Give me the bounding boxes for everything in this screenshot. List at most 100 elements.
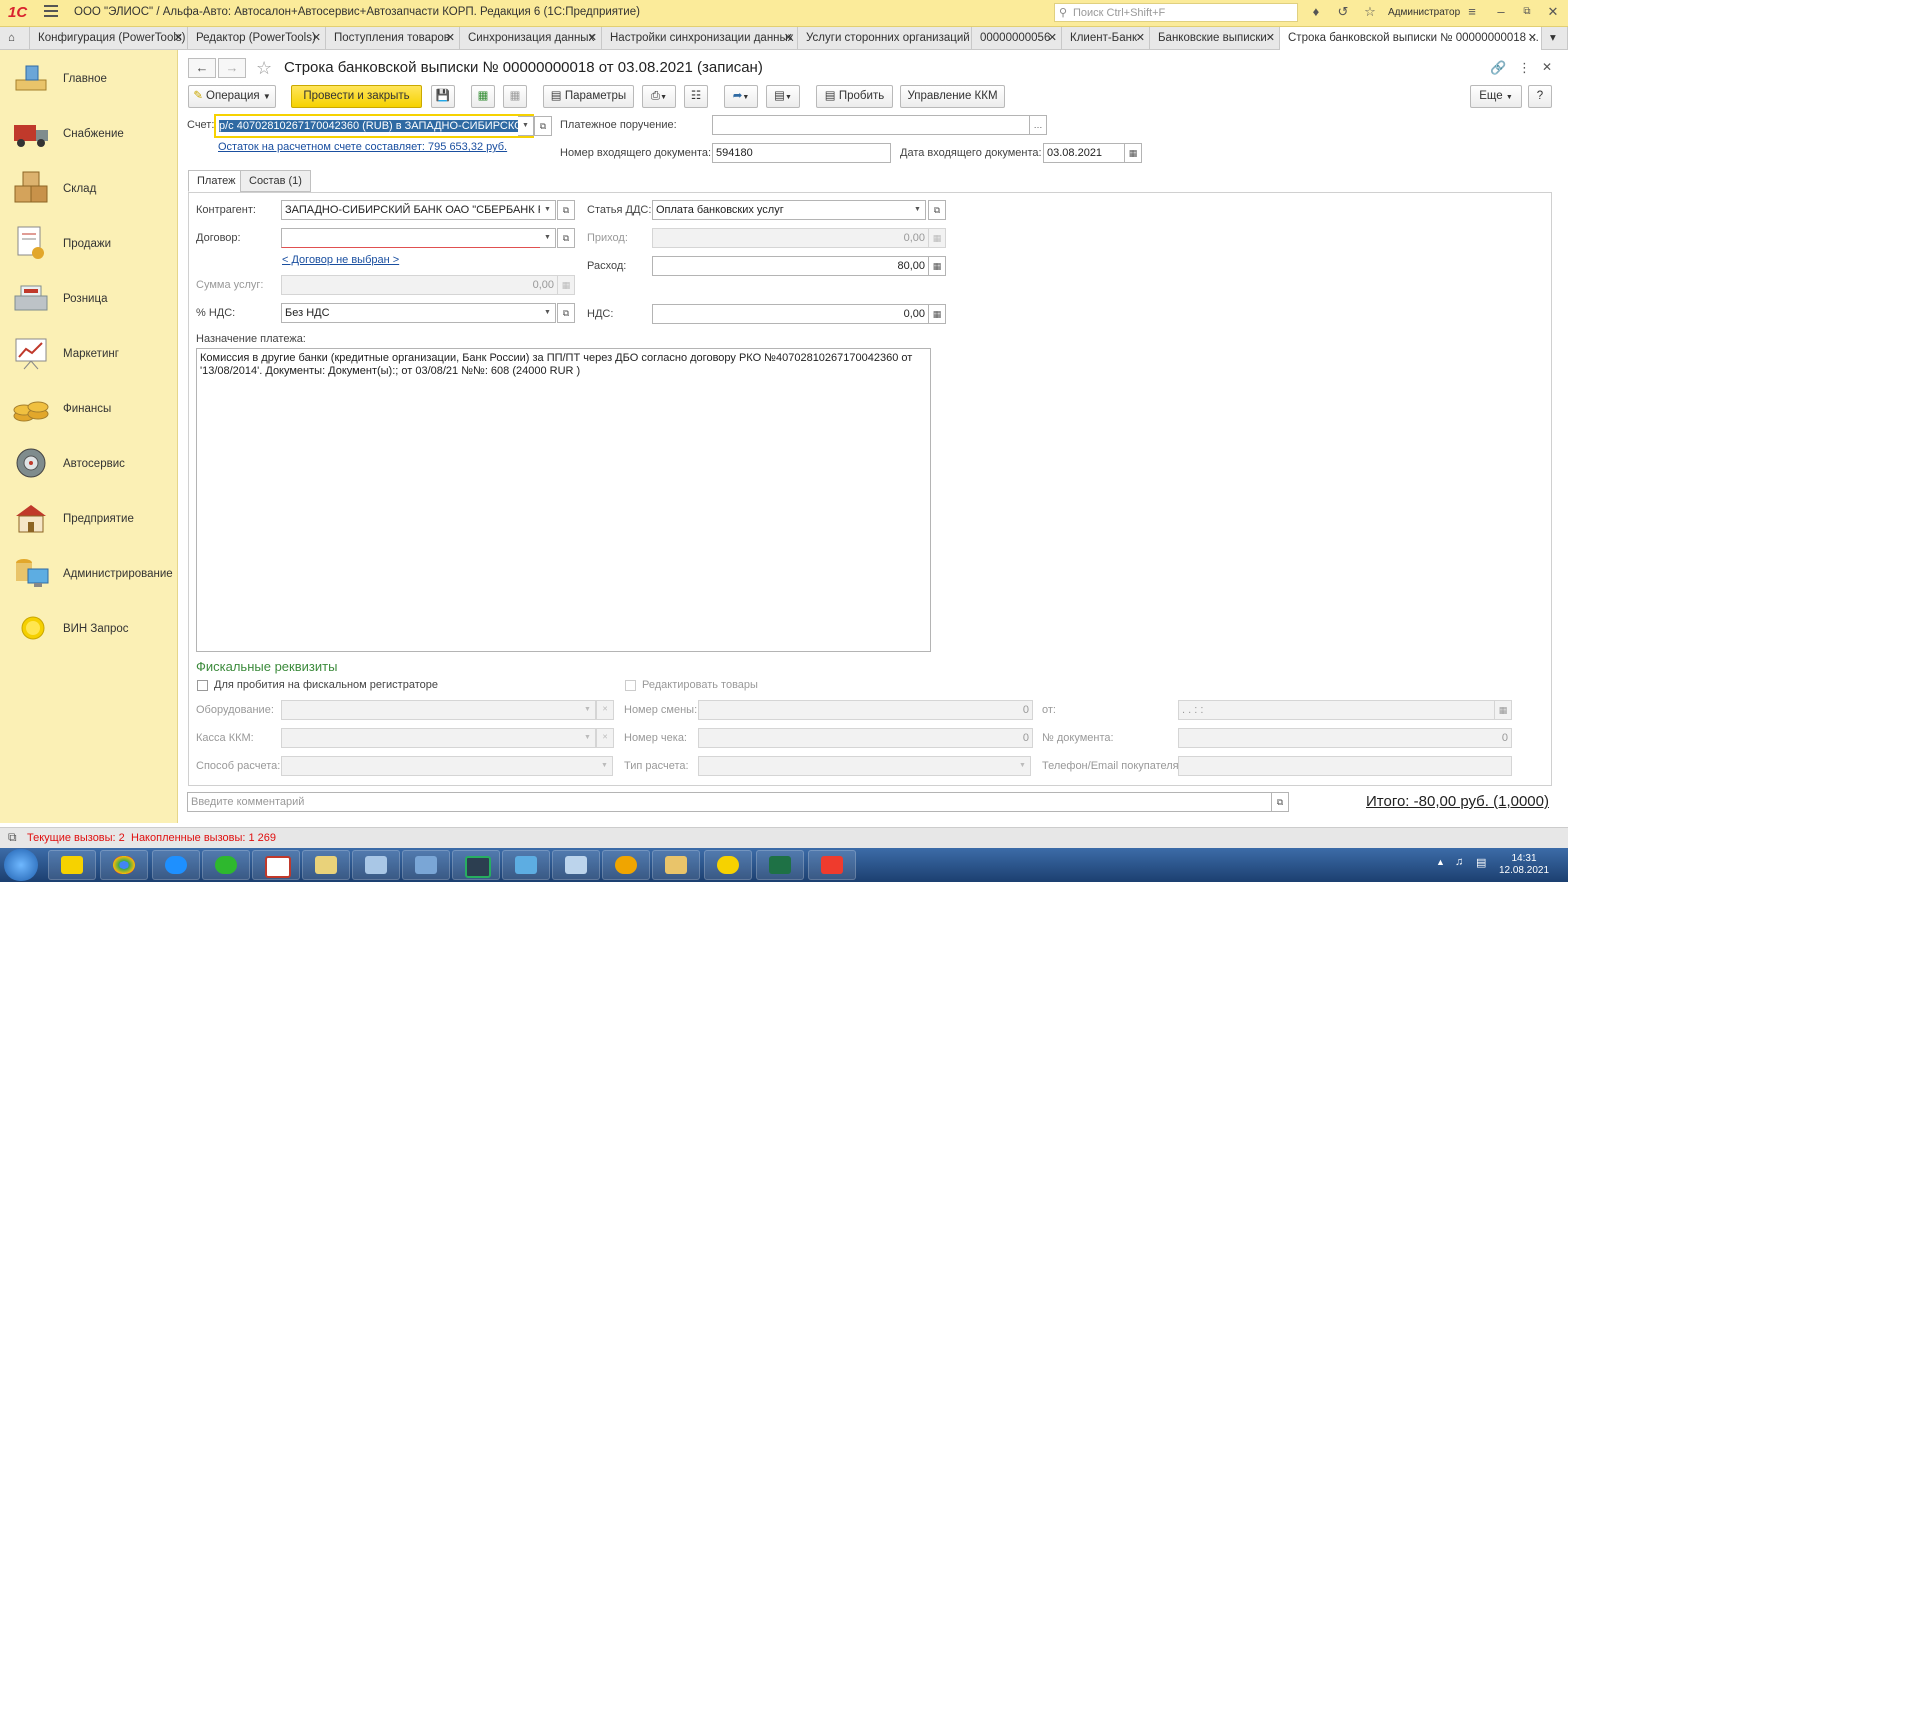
expense-field[interactable]: 80,00 (652, 256, 929, 276)
network-icon[interactable]: ▤ (1476, 856, 1486, 869)
calendar-icon[interactable]: ▦ (1124, 143, 1142, 163)
volume-icon[interactable]: ♫ (1455, 856, 1463, 868)
more-button[interactable]: Еще ▼ (1470, 85, 1522, 108)
tab-third-party-services[interactable]: Услуги сторонних организаций ... (798, 27, 972, 49)
vat-field[interactable]: 0,00 (652, 304, 929, 324)
operation-button[interactable]: ✎ Операция ▼ (188, 85, 276, 108)
tab-client-bank[interactable]: Клиент-Банк ✕ (1062, 27, 1150, 49)
fiscal-register-checkbox[interactable] (197, 680, 208, 691)
comment-open-icon[interactable]: ⧉ (1271, 792, 1289, 812)
contract-open-icon[interactable]: ⧉ (557, 228, 575, 248)
tab-doc-00000000056[interactable]: 00000000056 ✕ (972, 27, 1062, 49)
taskbar-control-panel[interactable] (402, 850, 450, 880)
start-button[interactable] (4, 849, 38, 881)
forward-button[interactable]: → (218, 58, 246, 78)
dds-article-open-icon[interactable]: ⧉ (928, 200, 946, 220)
contract-dropdown-icon[interactable]: ▼ (540, 228, 556, 248)
taskbar-1c-app-2[interactable] (704, 850, 752, 880)
counterparty-dropdown-icon[interactable]: ▼ (540, 200, 556, 220)
taskbar-terminal[interactable] (452, 850, 500, 880)
taskbar-pdf-reader[interactable] (252, 850, 300, 880)
taskbar-remote-desktop[interactable] (502, 850, 550, 880)
vat-rate-dropdown-icon[interactable]: ▼ (540, 303, 556, 323)
language-indicator[interactable]: RU (1412, 1705, 1426, 1716)
settings-menu-icon[interactable]: ≡ (1465, 5, 1479, 19)
favorite-star-icon[interactable]: ☆ (256, 58, 272, 79)
dds-article-field[interactable]: Оплата банковских услуг (652, 200, 911, 220)
punch-button[interactable]: ▤ Пробить (816, 85, 893, 108)
close-tab-icon[interactable]: ✕ (1266, 27, 1275, 49)
taskbar-clock[interactable]: 14:31 12.08.2021 (1494, 853, 1554, 877)
back-button[interactable]: ← (188, 58, 216, 78)
vat-rate-open-icon[interactable]: ⧉ (557, 303, 575, 323)
minimize-icon[interactable]: – (1494, 5, 1508, 19)
dds-article-dropdown-icon[interactable]: ▼ (910, 200, 926, 220)
tab-powertools-editor[interactable]: Редактор (PowerTools) ✕ (188, 27, 326, 49)
payment-purpose-textarea[interactable]: Комиссия в другие банки (кредитные орган… (196, 348, 931, 652)
close-tab-icon[interactable]: ✕ (174, 27, 183, 49)
sidebar-item-enterprise[interactable]: Предприятие (0, 492, 177, 546)
tab-bank-statements[interactable]: Банковские выписки ✕ (1150, 27, 1280, 49)
current-user[interactable]: Администратор (1388, 7, 1460, 18)
sidebar-item-vin-request[interactable]: ВИН Запрос (0, 602, 177, 656)
search-input[interactable]: ⚲ Поиск Ctrl+Shift+F (1054, 3, 1298, 22)
calculator-icon[interactable]: ▦ (928, 304, 946, 324)
more-vertical-icon[interactable]: ⋮ (1518, 60, 1531, 76)
balance-link[interactable]: Остаток на расчетном счете составляет: 7… (218, 141, 507, 153)
account-dropdown-icon[interactable]: ▼ (518, 116, 534, 136)
close-tab-icon[interactable]: ✕ (784, 27, 793, 49)
sidebar-item-supply[interactable]: Снабжение (0, 107, 177, 161)
taskbar-excel[interactable] (756, 850, 804, 880)
payment-order-field[interactable] (712, 115, 1030, 135)
close-window-icon[interactable]: ✕ (1546, 5, 1560, 19)
incoming-doc-number-field[interactable]: 594180 (712, 143, 891, 163)
close-tab-icon[interactable]: ✕ (446, 27, 455, 49)
taskbar-folder[interactable] (302, 850, 350, 880)
sidebar-item-administration[interactable]: Администрирование (0, 547, 177, 601)
counterparty-field[interactable]: ЗАПАДНО-СИБИРСКИЙ БАНК ОАО "СБЕРБАНК Р (281, 200, 541, 220)
bell-icon[interactable]: ♦ (1309, 5, 1323, 19)
taskbar-chrome[interactable] (100, 850, 148, 880)
print-button[interactable]: ⎙▼ (642, 85, 676, 108)
kkm-management-button[interactable]: Управление ККМ (900, 85, 1005, 108)
taskbar-app-generic-2[interactable] (552, 850, 600, 880)
payment-order-select-icon[interactable]: … (1029, 115, 1047, 135)
taskbar-1c-app[interactable] (48, 850, 96, 880)
tab-data-sync[interactable]: Синхронизация данных ✕ (460, 27, 602, 49)
structure-icon[interactable]: ☷ (684, 85, 708, 108)
sidebar-item-sales[interactable]: Продажи (0, 217, 177, 271)
tab-powertools-config[interactable]: Конфигурация (PowerTools) ✕ (30, 27, 188, 49)
sidebar-item-autoservice[interactable]: Автосервис (0, 437, 177, 491)
parameters-button[interactable]: ▤ Параметры (543, 85, 634, 108)
incoming-doc-date-field[interactable]: 03.08.2021 (1043, 143, 1125, 163)
link-icon[interactable]: 🔗 (1490, 60, 1506, 76)
sidebar-item-warehouse[interactable]: Склад (0, 162, 177, 216)
post-document-icon[interactable]: ▦ (471, 85, 495, 108)
close-tab-icon[interactable]: ✕ (1048, 27, 1057, 49)
contract-not-selected-link[interactable]: < Договор не выбран > (282, 254, 399, 266)
tabs-dropdown-icon[interactable]: ▾ (1542, 27, 1568, 49)
history-icon[interactable]: ↺ (1336, 5, 1350, 19)
home-icon[interactable]: ⌂ (0, 27, 30, 49)
save-icon[interactable]: 💾 (431, 85, 455, 108)
taskbar-mail[interactable] (202, 850, 250, 880)
taskbar-internet-explorer[interactable] (152, 850, 200, 880)
counterparty-open-icon[interactable]: ⧉ (557, 200, 575, 220)
current-calls[interactable]: Текущие вызовы: 2 (27, 832, 125, 844)
star-icon[interactable]: ☆ (1363, 5, 1377, 19)
sidebar-item-retail[interactable]: Розница (0, 272, 177, 326)
account-field[interactable]: р/с 40702810267170042360 (RUB) в ЗАПАДНО… (214, 114, 534, 138)
calculator-icon[interactable]: ▦ (928, 256, 946, 276)
tab-payment[interactable]: Платеж (188, 170, 245, 192)
sidebar-item-marketing[interactable]: Маркетинг (0, 327, 177, 381)
contract-field[interactable] (281, 228, 541, 248)
account-open-icon[interactable]: ⧉ (534, 116, 552, 136)
tray-expand-icon[interactable]: ▲ (1436, 857, 1445, 867)
unpost-document-icon[interactable]: ▦ (503, 85, 527, 108)
tab-bank-statement-line[interactable]: Строка банковской выписки № 00000000018 … (1280, 27, 1542, 50)
close-tab-icon[interactable]: ✕ (1528, 27, 1537, 49)
taskbar-paint[interactable] (602, 850, 650, 880)
create-based-on-button[interactable]: ➦▼ (724, 85, 758, 108)
main-menu-icon[interactable] (44, 5, 58, 17)
close-tab-icon[interactable]: ✕ (588, 27, 597, 49)
